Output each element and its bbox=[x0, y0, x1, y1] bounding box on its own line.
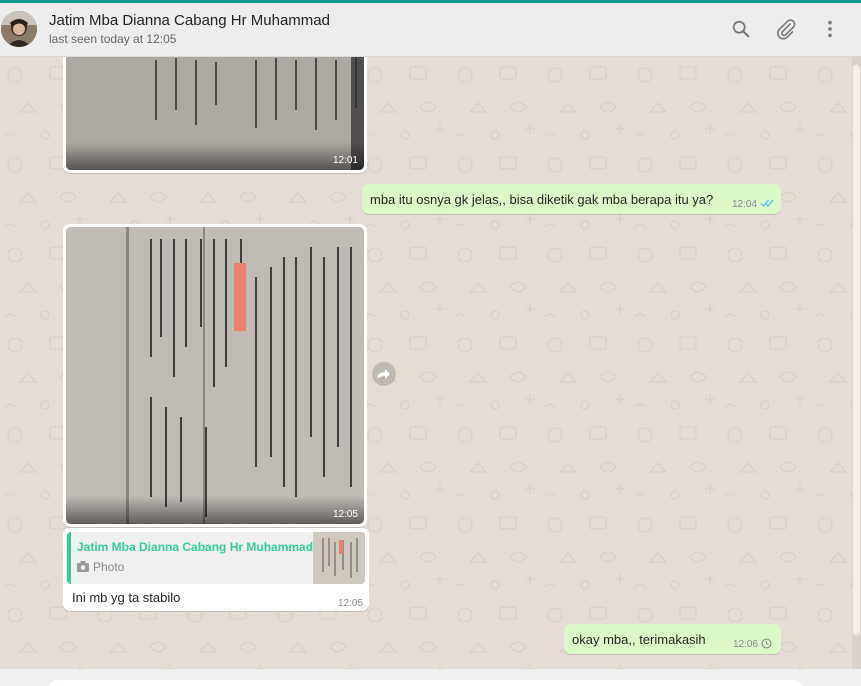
message-image-incoming[interactable]: 12:01 bbox=[63, 57, 367, 173]
quote-author: Jatim Mba Dianna Cabang Hr Muhammad bbox=[77, 540, 314, 554]
forward-button[interactable] bbox=[372, 362, 396, 386]
message-text: okay mba,, terimakasih bbox=[572, 632, 706, 647]
menu-icon[interactable] bbox=[819, 18, 841, 40]
chat-area[interactable]: 12:01 mba itu osnya gk jelas,, bisa dike… bbox=[0, 57, 861, 669]
message-text: Ini mb yg ta stabilo bbox=[72, 590, 181, 605]
forward-icon bbox=[377, 369, 390, 379]
chat-scrollbar[interactable] bbox=[852, 57, 861, 669]
image-thumbnail[interactable]: 12:05 bbox=[66, 227, 364, 524]
pending-clock-icon bbox=[761, 638, 772, 649]
read-receipt-icon bbox=[760, 199, 774, 207]
composer-bar bbox=[0, 669, 861, 686]
quote-accent-bar bbox=[67, 532, 71, 584]
message-image-incoming[interactable]: 12:05 bbox=[63, 224, 367, 527]
image-shade bbox=[66, 496, 364, 524]
chat-header[interactable]: Jatim Mba Dianna Cabang Hr Muhammad last… bbox=[0, 3, 861, 57]
message-time: 12:06 bbox=[733, 639, 759, 650]
message-outgoing[interactable]: okay mba,, terimakasih 12:06 bbox=[564, 624, 781, 654]
scrollbar-thumb[interactable] bbox=[853, 65, 860, 635]
message-reply-incoming[interactable]: Jatim Mba Dianna Cabang Hr Muhammad Phot… bbox=[63, 528, 369, 611]
image-thumbnail[interactable]: 12:01 bbox=[66, 57, 364, 170]
message-outgoing[interactable]: mba itu osnya gk jelas,, bisa diketik ga… bbox=[362, 184, 781, 214]
message-time: 12:01 bbox=[332, 155, 358, 166]
last-seen-status: last seen today at 12:05 bbox=[49, 32, 177, 46]
camera-icon bbox=[77, 561, 89, 572]
search-icon[interactable] bbox=[730, 18, 752, 40]
attach-icon[interactable] bbox=[775, 18, 797, 40]
message-time: 12:05 bbox=[338, 598, 364, 609]
contact-name[interactable]: Jatim Mba Dianna Cabang Hr Muhammad bbox=[49, 12, 330, 29]
quoted-message[interactable]: Jatim Mba Dianna Cabang Hr Muhammad Phot… bbox=[67, 532, 365, 584]
message-time: 12:05 bbox=[332, 509, 358, 520]
quote-thumbnail bbox=[313, 532, 365, 584]
image-shade bbox=[66, 142, 364, 170]
quote-type: Photo bbox=[93, 560, 125, 574]
message-input[interactable] bbox=[48, 680, 804, 686]
avatar[interactable] bbox=[1, 11, 37, 47]
message-text: mba itu osnya gk jelas,, bisa diketik ga… bbox=[370, 192, 714, 207]
message-time: 12:04 bbox=[732, 199, 758, 210]
